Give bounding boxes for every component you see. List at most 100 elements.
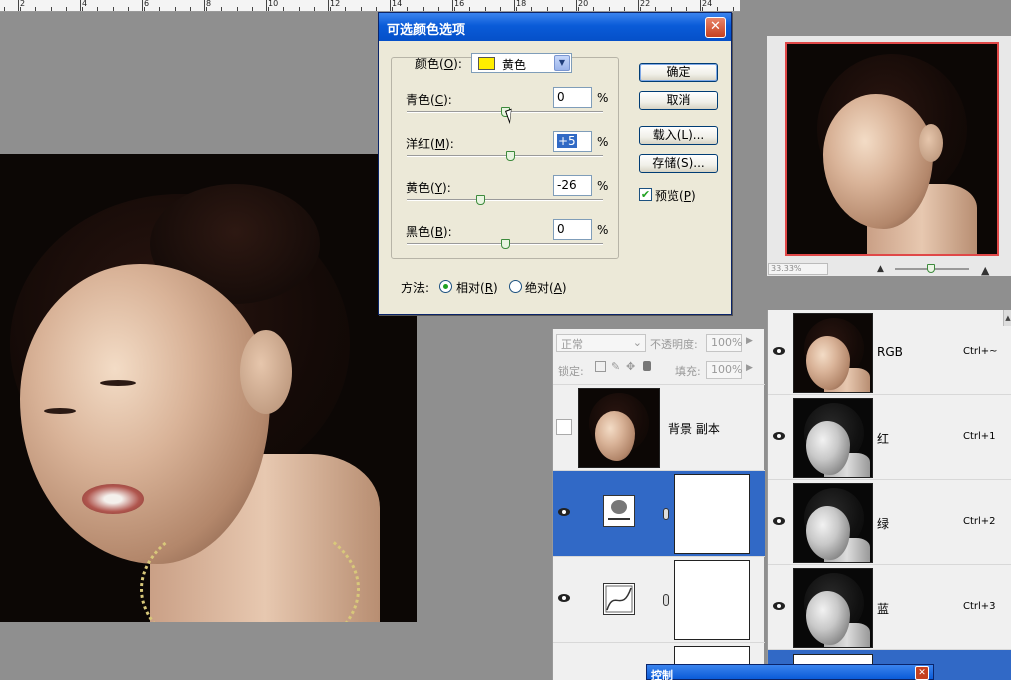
ruler-minor-tick	[299, 7, 300, 11]
cancel-button[interactable]: 取消	[639, 91, 718, 110]
layer-thumbnail	[578, 388, 660, 468]
selective-color-dialog: 可选颜色选项 ✕ 颜色(O): 黄色 ▼ 青色(C): 0% 洋红(M): +5% 黄色…	[378, 12, 732, 315]
channel-row[interactable]: 蓝 Ctrl+3	[768, 565, 1011, 650]
slider-thumb[interactable]	[501, 239, 510, 249]
ruler-minor-tick	[454, 7, 455, 11]
ruler-minor-tick	[283, 7, 284, 11]
ruler-minor-tick	[423, 7, 424, 11]
channel-thumbnail	[793, 483, 873, 563]
lock-all-icon[interactable]	[643, 361, 651, 371]
opacity-arrow-icon[interactable]: ▶	[746, 336, 753, 346]
link-icon[interactable]	[663, 594, 669, 606]
channel-name: 红	[877, 432, 890, 446]
eye-icon[interactable]	[771, 429, 787, 445]
layer-row-background-copy[interactable]: 背景 副本	[553, 384, 765, 470]
ruler-minor-tick	[438, 7, 439, 11]
channel-thumb-face	[806, 336, 850, 390]
ruler-major-tick	[390, 0, 391, 11]
ruler-minor-tick	[159, 7, 160, 11]
dialog-titlebar[interactable]: 可选颜色选项 ✕	[379, 13, 731, 41]
lock-paint-icon[interactable]: ✎	[611, 360, 620, 373]
ruler-label: 10	[268, 0, 279, 8]
slider-value-input[interactable]: -26	[553, 175, 592, 196]
relative-label: 相对(R)	[456, 281, 498, 295]
blend-mode-select[interactable]: 正常 ⌄	[556, 334, 646, 352]
link-icon[interactable]	[663, 508, 669, 520]
ruler-label: 22	[640, 0, 651, 8]
load-button[interactable]: 载入(L)...	[639, 126, 718, 145]
chevron-down-icon[interactable]: ▼	[554, 55, 570, 71]
ruler-minor-tick	[361, 7, 362, 11]
close-icon[interactable]: ✕	[705, 17, 726, 38]
ruler-label: 18	[516, 0, 527, 8]
ruler-minor-tick	[686, 7, 687, 11]
canvas-photo[interactable]	[0, 154, 417, 622]
relative-radio[interactable]	[439, 280, 452, 293]
fill-arrow-icon[interactable]: ▶	[746, 363, 753, 373]
fill-field[interactable]: 100%	[706, 361, 742, 379]
absolute-radio[interactable]	[509, 280, 522, 293]
channel-thumb-face	[806, 506, 850, 560]
save-button[interactable]: 存储(S)...	[639, 154, 718, 173]
preview-checkbox[interactable]: ✔	[639, 188, 652, 201]
eye-icon[interactable]	[771, 514, 787, 530]
channels-panel: ▲ RGB Ctrl+~ 红 Ctrl+1 绿 Ctrl+2 蓝 Ctrl+3	[767, 310, 1011, 680]
lock-move-icon[interactable]: ✥	[626, 360, 635, 373]
ruler-label: 20	[578, 0, 589, 8]
eye-icon[interactable]	[771, 599, 787, 615]
slider-thumb[interactable]	[475, 195, 485, 205]
layers-panel: 正常 ⌄ 不透明度: 100% ▶ 锁定: ✎ ✥ 填充: 100% ▶ 背景 副…	[552, 329, 765, 680]
lock-transparent-icon[interactable]	[595, 361, 606, 372]
slider-thumb[interactable]	[505, 151, 515, 161]
colors-select[interactable]: 黄色 ▼	[471, 53, 572, 73]
ok-button[interactable]: 确定	[639, 63, 718, 82]
eye-icon[interactable]	[556, 505, 572, 521]
zoom-field[interactable]: 33.33%	[768, 263, 828, 275]
method-label: 方法:	[401, 281, 430, 295]
layer-row-curves[interactable]	[553, 556, 765, 642]
ruler-label: 24	[702, 0, 713, 8]
channel-shortcut: Ctrl+1	[963, 431, 996, 442]
fill-label: 填充:	[675, 365, 701, 378]
eye-icon[interactable]	[556, 591, 572, 607]
ruler-minor-tick	[4, 7, 5, 11]
slider-track[interactable]	[407, 199, 603, 201]
ruler-minor-tick	[330, 7, 331, 11]
channel-row[interactable]: 红 Ctrl+1	[768, 395, 1011, 480]
layer-mask-thumbnail[interactable]	[674, 474, 750, 554]
slider-label: 黑色(B):	[406, 225, 452, 239]
navigator-view-frame[interactable]	[785, 42, 999, 256]
close-icon[interactable]: ✕	[915, 666, 929, 680]
eye-icon[interactable]	[771, 344, 787, 360]
ruler-major-tick	[142, 0, 143, 11]
layer-row-selective-color[interactable]	[553, 470, 765, 556]
channel-name: RGB	[877, 345, 903, 359]
layer-visibility-empty[interactable]	[556, 419, 572, 435]
zoom-in-icon[interactable]: ▲	[981, 264, 989, 277]
slider-value-text: -26	[557, 178, 577, 192]
ruler-minor-tick	[562, 7, 563, 11]
layer-thumb-face	[595, 411, 635, 461]
percent-label: %	[597, 179, 609, 193]
slider-value-input[interactable]: 0	[553, 219, 592, 240]
ruler-minor-tick	[314, 7, 315, 11]
percent-label: %	[597, 135, 609, 149]
opacity-field[interactable]: 100%	[706, 334, 742, 352]
channel-row[interactable]: RGB Ctrl+~	[768, 310, 1011, 395]
channel-row[interactable]: 绿 Ctrl+2	[768, 480, 1011, 565]
layer-mask-thumbnail[interactable]	[674, 560, 750, 640]
ruler-major-tick	[700, 0, 701, 11]
channel-thumbnail	[793, 313, 873, 393]
ruler-major-tick	[266, 0, 267, 11]
ruler-minor-tick	[66, 7, 67, 11]
slider-value-input[interactable]: 0	[553, 87, 592, 108]
slider-value-input[interactable]: +5	[553, 131, 592, 152]
zoom-slider-thumb[interactable]	[927, 264, 935, 273]
ruler-minor-tick	[578, 7, 579, 11]
zoom-out-icon[interactable]: ▲	[877, 264, 884, 274]
ruler-minor-tick	[500, 7, 501, 11]
layer-name: 背景 副本	[668, 422, 720, 436]
ruler-minor-tick	[175, 7, 176, 11]
ruler-major-tick	[576, 0, 577, 11]
control-window-titlebar[interactable]: 控制 ✕	[646, 664, 934, 680]
